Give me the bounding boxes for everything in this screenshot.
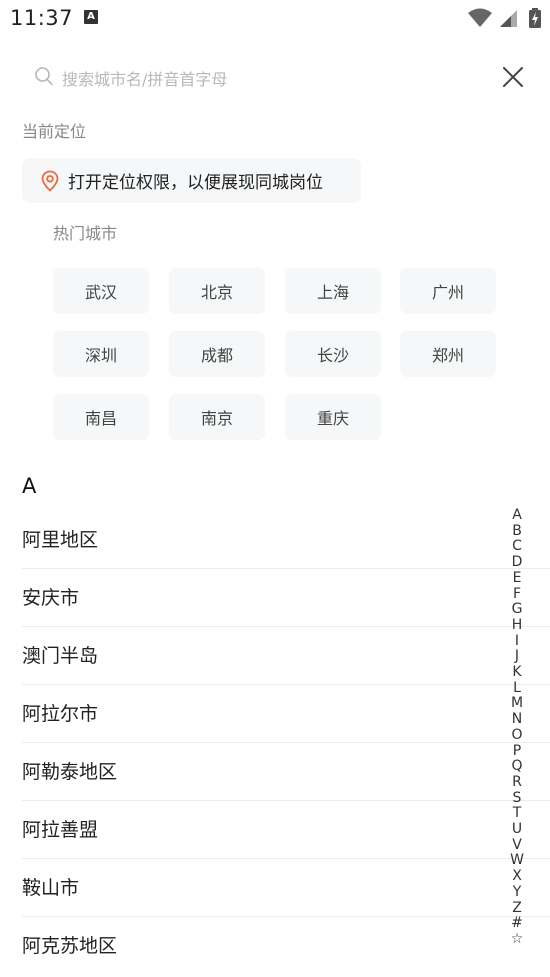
index-letter[interactable]: H [506,617,528,634]
hot-cities-label: 热门城市 [53,224,118,243]
index-letter[interactable]: N [506,711,528,728]
index-letter[interactable]: O [506,727,528,744]
index-letter[interactable]: P [506,743,528,760]
index-letter[interactable]: T [506,806,528,822]
city-list-item[interactable]: 阿拉尔市 [22,685,550,743]
section-letter-header: A [22,474,37,498]
enable-location-button[interactable]: 打开定位权限，以便展现同城岗位 [22,158,361,203]
index-letter[interactable]: Q [506,758,528,775]
hot-city-button[interactable]: 南昌 [53,394,149,440]
city-list-item[interactable]: 阿拉善盟 [22,801,550,859]
city-name: 澳门半岛 [22,645,99,667]
wifi-icon [467,8,492,27]
search-bar [0,56,550,100]
index-letter[interactable]: J [506,649,528,665]
city-list-item[interactable]: 安庆市 [22,569,550,627]
index-letter[interactable]: # [506,915,528,932]
notification-badge-icon: A [84,10,98,24]
battery-charging-icon [529,8,541,28]
search-icon [35,67,53,86]
location-pin-icon [41,170,59,192]
index-letter[interactable]: S [506,790,528,807]
index-letter[interactable]: Z [506,900,528,917]
hot-city-button[interactable]: 成都 [169,331,265,377]
index-letter[interactable]: K [506,664,528,681]
index-letter[interactable]: E [506,570,528,587]
index-letter[interactable]: F [506,586,528,603]
hot-city-button[interactable]: 深圳 [53,331,149,377]
city-name: 阿拉善盟 [22,819,99,841]
index-letter[interactable]: C [506,539,528,555]
index-letter[interactable]: L [506,680,528,697]
index-letter[interactable]: V [506,837,528,854]
signal-icon [499,10,517,27]
index-letter[interactable]: M [506,696,528,712]
hot-city-button[interactable]: 广州 [400,268,496,314]
city-name: 阿里地区 [22,529,99,551]
city-name: 阿勒泰地区 [22,761,118,783]
index-letter[interactable]: X [506,868,528,885]
hot-city-button[interactable]: 上海 [285,268,381,314]
city-name: 阿克苏地区 [22,935,118,957]
hot-city-button[interactable]: 重庆 [285,394,381,440]
status-icons [467,8,542,28]
city-list-item[interactable]: 澳门半岛 [22,627,550,685]
city-list-item[interactable]: 阿克苏地区 [22,917,550,975]
index-letter[interactable]: G [506,601,528,618]
index-letter[interactable]: U [506,821,528,838]
hot-city-button[interactable]: 郑州 [400,331,496,377]
city-name: 阿拉尔市 [22,703,99,725]
city-list-item[interactable]: 鞍山市 [22,859,550,917]
status-bar: 11:37 A [0,0,550,36]
search-input[interactable] [62,66,442,92]
hot-city-button[interactable]: 武汉 [53,268,149,314]
city-name: 鞍山市 [22,877,80,899]
hot-city-button[interactable]: 南京 [169,394,265,440]
index-letter[interactable]: A [506,507,528,524]
close-icon[interactable] [498,62,528,92]
city-name: 安庆市 [22,587,80,609]
enable-location-text: 打开定位权限，以便展现同城岗位 [68,173,323,193]
city-list-item[interactable]: 阿勒泰地区 [22,743,550,801]
status-time: 11:37 [10,6,74,30]
hot-city-button[interactable]: 北京 [169,268,265,314]
index-letter[interactable]: Y [506,884,528,901]
city-list-item[interactable]: 阿里地区 [22,511,550,569]
index-letter[interactable]: I [506,633,528,650]
index-letter[interactable]: W [506,853,528,869]
index-letter[interactable]: ☆ [506,931,528,948]
hot-city-button[interactable]: 长沙 [285,331,381,377]
index-letter[interactable]: B [506,523,528,540]
current-location-label: 当前定位 [22,122,87,141]
index-letter[interactable]: D [506,554,528,571]
index-letter[interactable]: R [506,774,528,791]
